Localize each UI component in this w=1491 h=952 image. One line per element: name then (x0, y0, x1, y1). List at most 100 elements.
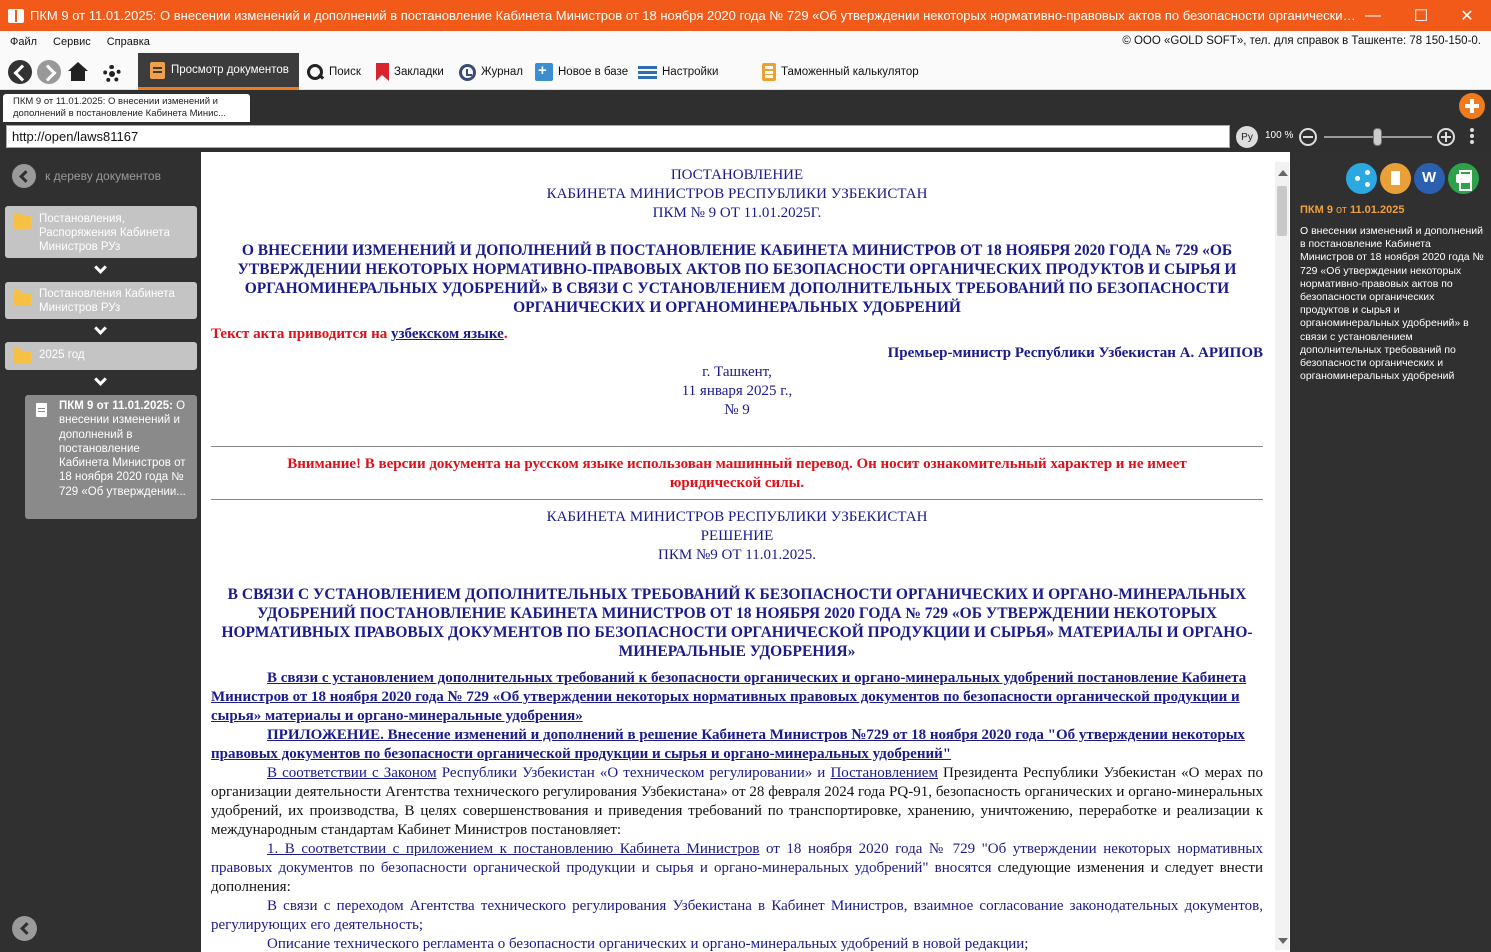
back-to-tree-button[interactable]: к дереву документов (12, 164, 161, 188)
close-button[interactable]: ✕ (1443, 0, 1491, 31)
scroll-up-icon[interactable] (1278, 170, 1288, 176)
back-arrow-icon (12, 164, 36, 188)
document-info-panel: ПКМ 9 от 11.01.2025 О внесении изменений… (1290, 152, 1491, 952)
divider (211, 446, 1263, 447)
appendix-link[interactable]: 1. В соответствии с приложением к постан… (267, 841, 759, 857)
paragraph-1: 1. В соответствии с приложением к постан… (211, 841, 1263, 895)
folder-icon (13, 213, 31, 229)
back-arrow-icon[interactable] (8, 60, 32, 84)
document-content: ПОСТАНОВЛЕНИЕ КАБИНЕТА МИНИСТРОВ РЕСПУБЛ… (211, 166, 1263, 952)
menu-help[interactable]: Справка (107, 36, 150, 48)
scrollbar-thumb[interactable] (1277, 186, 1287, 236)
forward-arrow-icon[interactable] (37, 60, 61, 84)
tree-node-cabinet-resolutions[interactable]: Постановления Кабинета Министров РУз (5, 282, 197, 319)
search-button[interactable]: Поиск (306, 63, 361, 81)
journal-button[interactable]: Журнал (459, 63, 523, 81)
tree-node-label: Постановления, Распоряжения Кабинета Мин… (39, 213, 170, 253)
add-tab-icon[interactable] (1459, 93, 1485, 119)
document-id: ПКМ 9 от 11.01.2025 (1300, 204, 1405, 216)
history-icon (459, 63, 476, 81)
print-icon[interactable] (1448, 163, 1479, 194)
zoom-out-icon[interactable] (1299, 128, 1317, 146)
decree-link[interactable]: Постановлением (830, 765, 938, 781)
menu-service[interactable]: Сервис (53, 36, 91, 48)
doc-heading-decision: РЕШЕНИЕ (700, 528, 774, 544)
search-label: Поиск (329, 66, 361, 78)
book-icon (8, 8, 24, 23)
chevron-down-icon (94, 261, 107, 274)
settings-label: Настройки (662, 66, 719, 78)
paragraph-preamble: В соответствии с Законом Республики Узбе… (211, 765, 1263, 838)
doc-place: г. Ташкент, (702, 364, 772, 380)
language-button[interactable]: Ру (1236, 126, 1258, 148)
law-link[interactable]: В соответствии с Законом (267, 765, 437, 781)
minimize-button[interactable]: — (1349, 0, 1397, 31)
menu-bar: Файл Сервис Справка © ООО «GOLD SOFT», т… (0, 31, 1491, 53)
home-icon[interactable] (67, 62, 89, 82)
customs-calculator-button[interactable]: Таможенный калькулятор (762, 63, 919, 81)
copyright-text: © ООО «GOLD SOFT», тел. для справок в Та… (1122, 35, 1481, 47)
menu-file[interactable]: Файл (10, 36, 37, 48)
chevron-down-icon (94, 322, 107, 335)
tree-node-label: ПКМ 9 от 11.01.2025: О внесении изменени… (59, 400, 186, 498)
paragraph-2: В связи с переходом Агентства техническо… (211, 898, 1263, 933)
document-tree-sidebar: к дереву документов Постановления, Распо… (0, 152, 201, 952)
tree-node-label: Постановления Кабинета Министров РУз (39, 288, 175, 314)
address-bar: Ру 100 % (0, 122, 1491, 152)
doc-heading-number: ПКМ № 9 ОТ 11.01.2025Г. (652, 205, 822, 221)
sliders-icon (638, 63, 657, 81)
document-tab[interactable]: ПКМ 9 от 11.01.2025: О внесении изменени… (3, 94, 250, 122)
document-tab-strip: ПКМ 9 от 11.01.2025: О внесении изменени… (0, 90, 1491, 122)
toc-link-main[interactable]: В связи с установлением дополнительных т… (211, 669, 1263, 726)
document-viewer: ПОСТАНОВЛЕНИЕ КАБИНЕТА МИНИСТРОВ РЕСПУБЛ… (201, 152, 1290, 952)
signer: Премьер-министр Республики Узбекистан А.… (887, 345, 1263, 361)
doc-heading-authority: КАБИНЕТА МИНИСТРОВ РЕСПУБЛИКИ УЗБЕКИСТАН (546, 186, 928, 202)
toc-link-appendix[interactable]: ПРИЛОЖЕНИЕ. Внесение изменений и дополне… (211, 726, 1263, 764)
gear-icon[interactable] (103, 65, 121, 83)
view-documents-label: Просмотр документов (171, 64, 289, 76)
url-input[interactable] (6, 125, 1230, 148)
doc-title: О ВНЕСЕНИИ ИЗМЕНЕНИЙ И ДОПОЛНЕНИЙ В ПОСТ… (237, 242, 1237, 316)
divider (211, 499, 1263, 500)
vertical-scrollbar[interactable] (1275, 162, 1289, 950)
zoom-level: 100 % (1265, 130, 1294, 141)
doc-title-2: В СВЯЗИ С УСТАНОВЛЕНИЕМ ДОПОЛНИТЕЛЬНЫХ Т… (221, 586, 1253, 660)
tree-node-current-document[interactable]: ПКМ 9 от 11.01.2025: О внесении изменени… (25, 395, 197, 519)
doc-heading-type: ПОСТАНОВЛЕНИЕ (670, 167, 804, 183)
journal-label: Журнал (481, 66, 523, 78)
document-icon (150, 61, 165, 79)
machine-translation-warning: Внимание! В версии документа на русском … (287, 456, 1187, 491)
zoom-in-icon[interactable] (1437, 128, 1455, 146)
more-options-icon[interactable] (1470, 128, 1474, 132)
doc-heading-authority-2: КАБИНЕТА МИНИСТРОВ РЕСПУБЛИКИ УЗБЕКИСТАН (546, 509, 928, 525)
doc-heading-number-2: ПКМ №9 ОТ 11.01.2025. (658, 547, 816, 563)
scroll-down-icon[interactable] (1278, 938, 1288, 944)
calendar-plus-icon (535, 62, 553, 81)
tree-node-resolutions[interactable]: Постановления, Распоряжения Кабинета Мин… (5, 206, 197, 258)
doc-date: 11 января 2025 г., (681, 383, 793, 399)
bookmark-icon (376, 63, 389, 81)
maximize-button[interactable]: ☐ (1397, 0, 1445, 31)
tree-node-label: 2025 год (39, 349, 85, 361)
back-to-tree-label: к дереву документов (45, 169, 161, 183)
customs-calculator-label: Таможенный калькулятор (781, 66, 919, 78)
new-in-base-label: Новое в базе (558, 66, 629, 78)
folder-icon (13, 348, 31, 364)
new-in-base-button[interactable]: Новое в базе (535, 62, 629, 81)
tree-node-2025[interactable]: 2025 год (5, 342, 197, 370)
settings-button[interactable]: Настройки (638, 63, 718, 81)
view-documents-tab[interactable]: Просмотр документов (138, 53, 299, 90)
document-description: О внесении изменений и дополнений в пост… (1300, 225, 1484, 383)
zoom-slider-thumb[interactable] (1373, 128, 1382, 146)
calculator-icon (762, 63, 776, 81)
collapse-sidebar-icon[interactable] (12, 916, 37, 941)
paragraph-3: Описание технического регламента о безоп… (267, 936, 1029, 952)
title-bar: ПКМ 9 от 11.01.2025: О внесении изменени… (0, 0, 1491, 31)
uzbek-language-link[interactable]: узбекском языке (391, 326, 504, 342)
search-icon (306, 63, 324, 81)
word-export-icon[interactable] (1414, 163, 1445, 194)
share-icon[interactable] (1346, 163, 1377, 194)
bookmarks-button[interactable]: Закладки (376, 63, 444, 81)
bookmark-icon[interactable] (1380, 163, 1411, 194)
chevron-down-icon (94, 373, 107, 386)
